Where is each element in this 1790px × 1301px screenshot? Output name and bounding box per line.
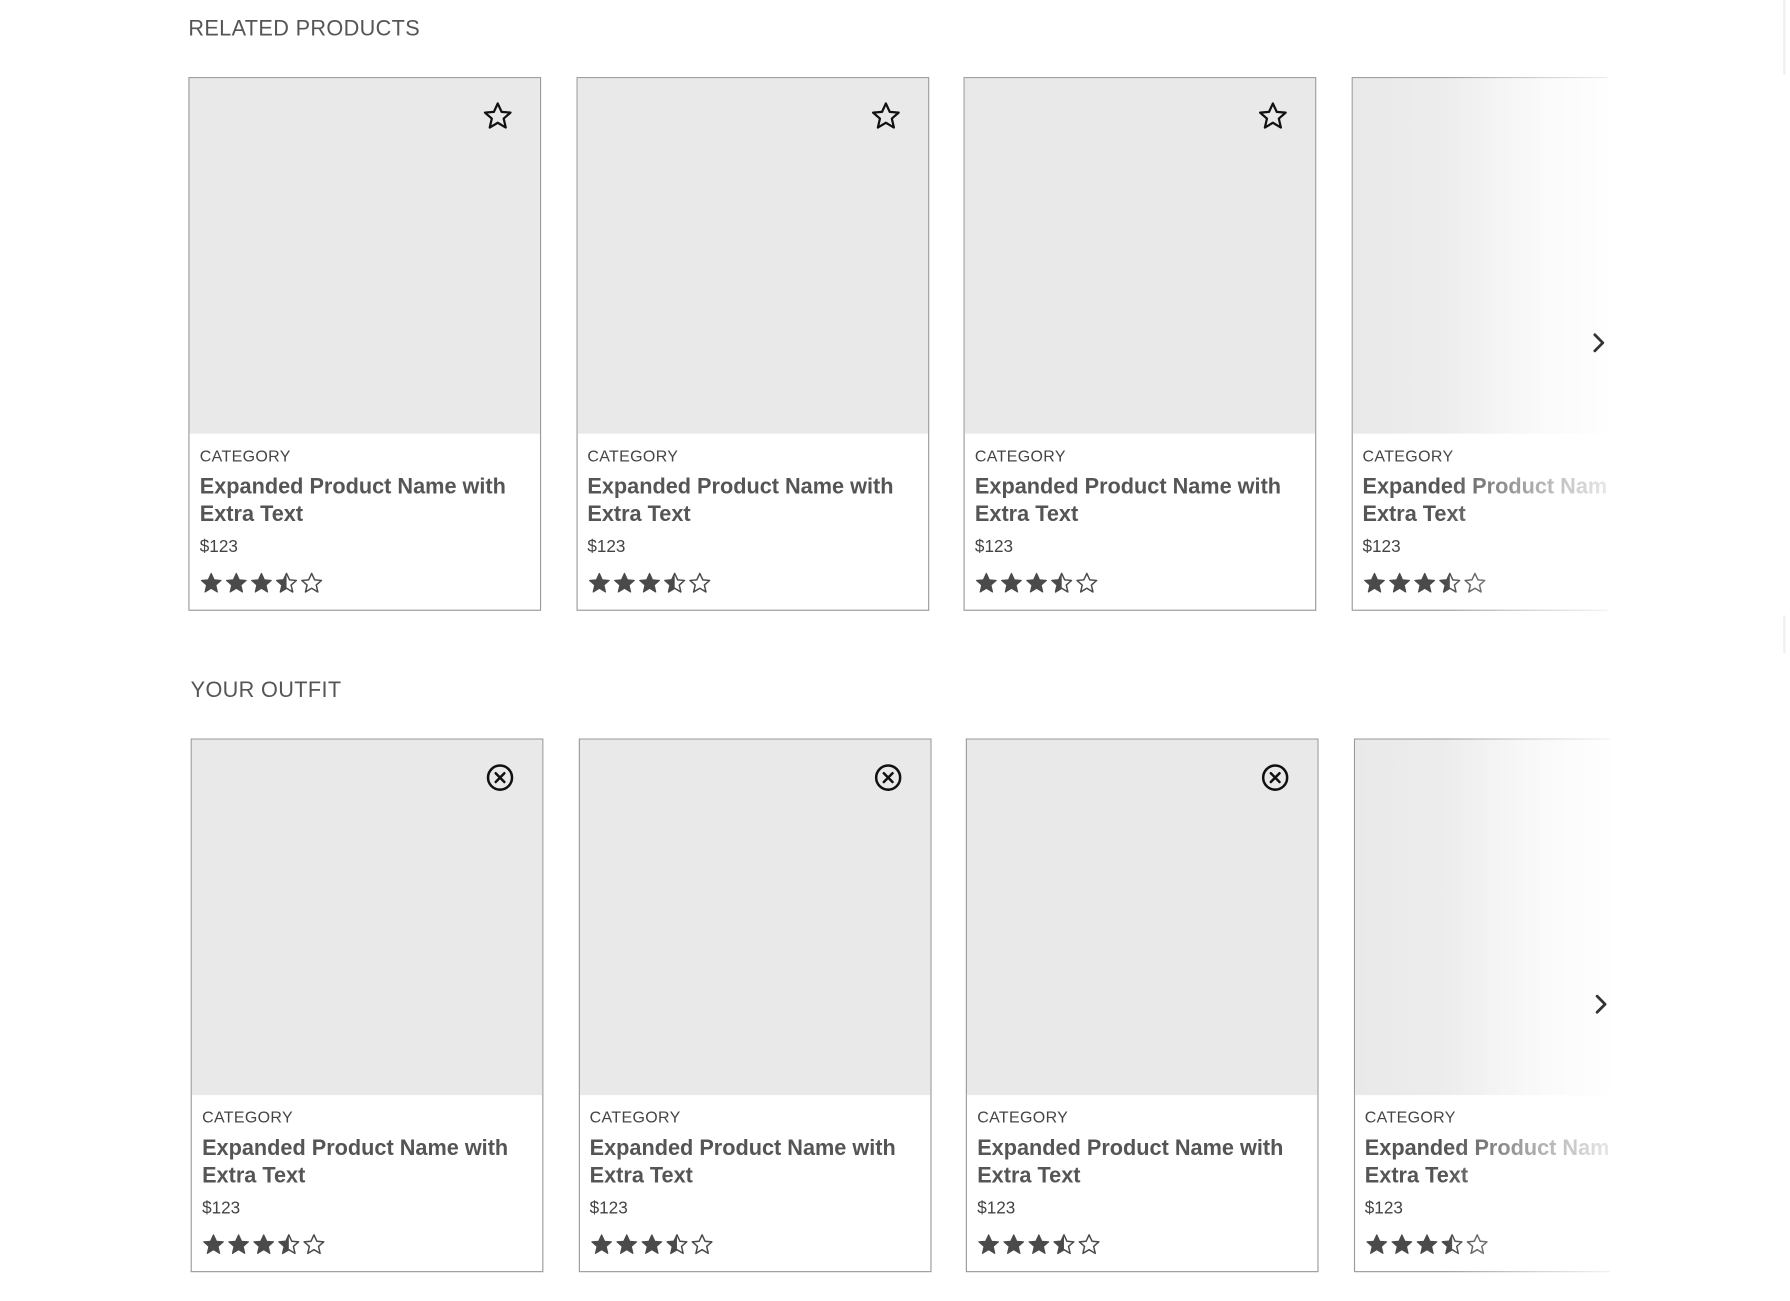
star-half-icon <box>1438 572 1461 595</box>
star-rating <box>590 1233 923 1256</box>
star-half-icon <box>663 572 686 595</box>
product-category: CATEGORY <box>977 1107 1069 1127</box>
product-info: CATEGORY Expanded Product Name with Extra… <box>977 1108 1310 1256</box>
star-outline-icon <box>483 101 513 137</box>
star-half-icon <box>1050 572 1073 595</box>
product-price: $123 <box>589 1198 628 1219</box>
product-price: $123 <box>587 537 626 557</box>
star-empty-icon <box>1463 572 1486 595</box>
product-name[interactable]: Expanded Product Name with Extra Text <box>590 1135 926 1190</box>
add-to-outfit-button[interactable] <box>483 101 513 137</box>
chevron-right-icon <box>1594 993 1608 1019</box>
star-filled-icon <box>615 1233 638 1256</box>
star-filled-icon <box>587 572 610 595</box>
product-price: $123 <box>977 1198 1016 1219</box>
your-outfit-title: YOUR OUTFIT <box>190 678 342 703</box>
product-info: CATEGORY Expanded Product Name with Extra… <box>202 1108 535 1256</box>
remove-from-outfit-button[interactable] <box>1260 762 1290 798</box>
star-empty-icon <box>303 1233 326 1256</box>
star-filled-icon <box>1390 1233 1413 1256</box>
outfit-next-button[interactable] <box>1590 994 1611 1019</box>
product-card[interactable]: CATEGORY Expanded Product Name with Extra… <box>578 738 931 1273</box>
star-filled-icon <box>638 572 661 595</box>
star-outline-icon <box>870 101 900 137</box>
star-half-icon <box>275 572 298 595</box>
star-filled-icon <box>200 572 223 595</box>
product-price: $123 <box>202 1198 241 1219</box>
star-rating <box>200 572 533 595</box>
star-empty-icon <box>690 1233 713 1256</box>
star-filled-icon <box>1388 572 1411 595</box>
star-filled-icon <box>977 1233 1000 1256</box>
star-rating <box>202 1233 535 1256</box>
star-filled-icon <box>1000 572 1023 595</box>
remove-circle-x-icon <box>873 762 903 798</box>
related-next-button[interactable] <box>1588 332 1609 357</box>
star-filled-icon <box>975 572 998 595</box>
star-empty-icon <box>300 572 323 595</box>
star-half-icon <box>1053 1233 1076 1256</box>
star-filled-icon <box>1025 572 1048 595</box>
star-filled-icon <box>590 1233 613 1256</box>
product-category: CATEGORY <box>587 446 679 465</box>
star-half-icon <box>1440 1233 1463 1256</box>
carousel-clip <box>1607 74 1790 616</box>
star-filled-icon <box>250 572 273 595</box>
product-name[interactable]: Expanded Product Name with Extra Text <box>200 474 536 529</box>
add-to-outfit-button[interactable] <box>1258 101 1288 137</box>
star-rating <box>977 1233 1310 1256</box>
add-to-outfit-button[interactable] <box>870 101 900 137</box>
page: RELATED PRODUCTS CATEGORY Expanded Produc… <box>0 0 1790 1301</box>
product-category: CATEGORY <box>199 446 291 465</box>
product-category: CATEGORY <box>974 446 1066 465</box>
star-filled-icon <box>640 1233 663 1256</box>
product-price: $123 <box>974 537 1014 557</box>
star-filled-icon <box>202 1233 225 1256</box>
star-empty-icon <box>1075 572 1098 595</box>
star-empty-icon <box>1078 1233 1101 1256</box>
product-card[interactable]: CATEGORY Expanded Product Name with Extra… <box>965 738 1319 1273</box>
star-filled-icon <box>225 572 248 595</box>
product-name[interactable]: Expanded Product Name with Extra Text <box>587 474 923 529</box>
product-info: CATEGORY Expanded Product Name with Extra… <box>590 1108 923 1256</box>
product-card[interactable]: CATEGORY Expanded Product Name with Extra… <box>575 77 929 611</box>
product-category: CATEGORY <box>202 1107 294 1127</box>
product-info: CATEGORY Expanded Product Name with Extra… <box>587 446 920 594</box>
remove-circle-x-icon <box>1260 762 1290 798</box>
product-card[interactable]: CATEGORY Expanded Product Name with Extra… <box>190 738 544 1273</box>
product-card[interactable]: CATEGORY Expanded Product Name with Extra… <box>963 77 1317 611</box>
star-filled-icon <box>1027 1233 1050 1256</box>
product-name[interactable]: Expanded Product Name with Extra Text <box>975 474 1311 529</box>
star-outline-icon <box>1258 101 1288 137</box>
star-rating <box>587 572 920 595</box>
product-price: $123 <box>199 537 238 557</box>
star-empty-icon <box>688 572 711 595</box>
related-products-carousel: CATEGORY Expanded Product Name with Extra… <box>188 74 1790 616</box>
remove-from-outfit-button[interactable] <box>873 762 903 798</box>
related-products-title: RELATED PRODUCTS <box>188 17 421 42</box>
product-card[interactable]: CATEGORY Expanded Product Name with Extra… <box>188 77 542 611</box>
star-filled-icon <box>227 1233 250 1256</box>
product-info: CATEGORY Expanded Product Name with Extra… <box>200 446 533 594</box>
remove-circle-x-icon <box>485 762 515 798</box>
star-half-icon <box>665 1233 688 1256</box>
product-info: CATEGORY Expanded Product Name with Extra… <box>975 446 1308 594</box>
remove-from-outfit-button[interactable] <box>485 762 515 798</box>
star-filled-icon <box>1362 572 1385 595</box>
star-filled-icon <box>612 572 635 595</box>
star-filled-icon <box>1365 1233 1388 1256</box>
star-filled-icon <box>1413 572 1436 595</box>
star-filled-icon <box>1002 1233 1025 1256</box>
product-name[interactable]: Expanded Product Name with Extra Text <box>202 1135 538 1190</box>
star-empty-icon <box>1465 1233 1488 1256</box>
carousel-clip <box>1609 736 1790 1277</box>
product-category: CATEGORY <box>589 1107 681 1127</box>
your-outfit-carousel: CATEGORY Expanded Product Name with Extra… <box>190 736 1790 1277</box>
chevron-right-icon <box>1591 332 1605 358</box>
star-half-icon <box>277 1233 300 1256</box>
star-filled-icon <box>1415 1233 1438 1256</box>
star-filled-icon <box>252 1233 275 1256</box>
star-rating <box>975 572 1308 595</box>
product-name[interactable]: Expanded Product Name with Extra Text <box>977 1135 1313 1190</box>
